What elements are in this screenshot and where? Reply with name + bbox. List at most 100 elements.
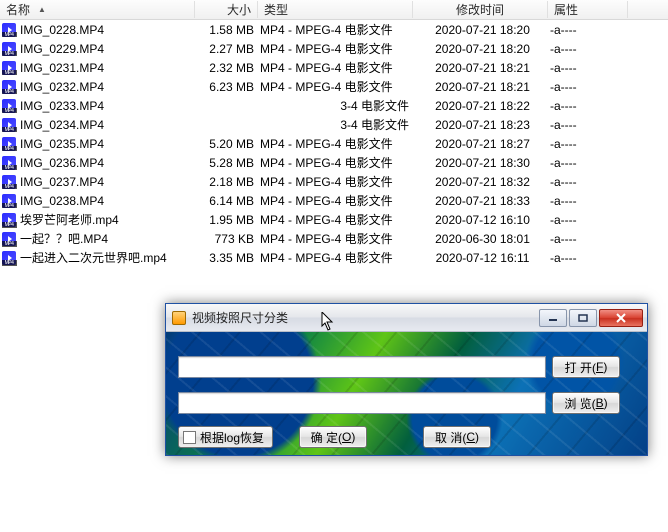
file-mtime: 2020-07-21 18:27 bbox=[415, 137, 550, 151]
file-mtime: 2020-07-21 18:33 bbox=[415, 194, 550, 208]
path-input-1[interactable] bbox=[178, 356, 546, 378]
file-type: MP4 - MPEG-4 电影文件 bbox=[260, 135, 415, 152]
header-size[interactable]: 大小 bbox=[195, 1, 258, 18]
file-attr: -a---- bbox=[550, 137, 630, 151]
video-file-icon bbox=[2, 99, 16, 113]
restore-log-label: 根据log恢复 bbox=[200, 429, 264, 446]
file-attr: -a---- bbox=[550, 99, 630, 113]
file-attr: -a---- bbox=[550, 118, 630, 132]
table-row[interactable]: IMG_0234.MP4 3-4 电影文件2020-07-21 18:23-a--… bbox=[0, 115, 668, 134]
file-attr: -a---- bbox=[550, 61, 630, 75]
maximize-button[interactable] bbox=[569, 309, 597, 327]
browse-button[interactable]: 浏 览(B) bbox=[552, 392, 620, 414]
file-size: 2.27 MB bbox=[197, 42, 260, 56]
maximize-icon bbox=[578, 314, 588, 322]
table-row[interactable]: 一起进入二次元世界吧.mp4 3.35 MBMP4 - MPEG-4 电影文件20… bbox=[0, 248, 668, 267]
titlebar[interactable]: 视频按照尺寸分类 bbox=[166, 304, 647, 332]
minimize-icon bbox=[548, 314, 558, 322]
header-type[interactable]: 类型 bbox=[258, 1, 413, 18]
column-headers: 名称 ▲ 大小 类型 修改时间 属性 bbox=[0, 0, 668, 20]
file-name: IMG_0236.MP4 bbox=[20, 156, 104, 170]
file-size: 1.95 MB bbox=[197, 213, 260, 227]
path-input-2[interactable] bbox=[178, 392, 546, 414]
table-row[interactable]: IMG_0228.MP41.58 MBMP4 - MPEG-4 电影文件2020… bbox=[0, 20, 668, 39]
file-name: 一起？？吧.MP4 bbox=[20, 230, 108, 247]
table-row[interactable]: IMG_0229.MP4 2.27 MBMP4 - MPEG-4 电影文件2020… bbox=[0, 39, 668, 58]
checkbox-icon bbox=[183, 431, 196, 444]
file-mtime: 2020-07-21 18:21 bbox=[415, 61, 550, 75]
file-mtime: 2020-07-12 16:10 bbox=[415, 213, 550, 227]
file-name: IMG_0228.MP4 bbox=[20, 23, 104, 37]
file-size: 5.20 MB bbox=[197, 137, 260, 151]
file-mtime: 2020-07-12 16:11 bbox=[415, 251, 550, 265]
close-button[interactable] bbox=[599, 309, 643, 327]
ok-button[interactable]: 确 定(O) bbox=[299, 426, 367, 448]
video-file-icon bbox=[2, 61, 16, 75]
file-size: 2.32 MB bbox=[197, 61, 260, 75]
file-mtime: 2020-07-21 18:23 bbox=[415, 118, 550, 132]
file-type: MP4 - MPEG-4 电影文件 bbox=[260, 211, 415, 228]
file-mtime: 2020-07-21 18:20 bbox=[415, 42, 550, 56]
file-name: IMG_0229.MP4 bbox=[20, 42, 104, 56]
restore-log-checkbox[interactable]: 根据log恢复 bbox=[178, 426, 273, 448]
file-attr: -a---- bbox=[550, 23, 630, 37]
video-file-icon bbox=[2, 80, 16, 94]
file-list: 名称 ▲ 大小 类型 修改时间 属性 IMG_0228.MP41.58 MBMP… bbox=[0, 0, 668, 267]
file-size: 6.14 MB bbox=[197, 194, 260, 208]
table-row[interactable]: IMG_0236.MP4 5.28 MBMP4 - MPEG-4 电影文件2020… bbox=[0, 153, 668, 172]
table-row[interactable]: 一起？？吧.MP4773 KBMP4 - MPEG-4 电影文件2020-06-… bbox=[0, 229, 668, 248]
file-size: 1.58 MB bbox=[197, 23, 260, 37]
file-name: IMG_0232.MP4 bbox=[20, 80, 104, 94]
file-size: 2.18 MB bbox=[197, 175, 260, 189]
cancel-button[interactable]: 取 消(C) bbox=[423, 426, 491, 448]
file-type: MP4 - MPEG-4 电影文件 bbox=[260, 173, 415, 190]
file-attr: -a---- bbox=[550, 232, 630, 246]
close-icon bbox=[615, 313, 627, 323]
open-button[interactable]: 打 开(F) bbox=[552, 356, 620, 378]
table-row[interactable]: IMG_0237.MP4 2.18 MBMP4 - MPEG-4 电影文件2020… bbox=[0, 172, 668, 191]
file-attr: -a---- bbox=[550, 175, 630, 189]
file-attr: -a---- bbox=[550, 213, 630, 227]
table-row[interactable]: IMG_0231.MP42.32 MBMP4 - MPEG-4 电影文件2020… bbox=[0, 58, 668, 77]
file-size: 3.35 MB bbox=[197, 251, 260, 265]
file-mtime: 2020-07-21 18:20 bbox=[415, 23, 550, 37]
file-mtime: 2020-06-30 18:01 bbox=[415, 232, 550, 246]
video-file-icon bbox=[2, 232, 16, 246]
file-mtime: 2020-07-21 18:32 bbox=[415, 175, 550, 189]
file-size: 6.23 MB bbox=[197, 80, 260, 94]
file-type: 3-4 电影文件 bbox=[260, 116, 415, 133]
file-type: MP4 - MPEG-4 电影文件 bbox=[260, 192, 415, 209]
file-name: 一起进入二次元世界吧.mp4 bbox=[20, 249, 167, 266]
file-name: IMG_0233.MP4 bbox=[20, 99, 104, 113]
file-name: IMG_0237.MP4 bbox=[20, 175, 104, 189]
file-type: MP4 - MPEG-4 电影文件 bbox=[260, 40, 415, 57]
file-mtime: 2020-07-21 18:30 bbox=[415, 156, 550, 170]
app-icon bbox=[172, 311, 186, 325]
file-type: MP4 - MPEG-4 电影文件 bbox=[260, 78, 415, 95]
minimize-button[interactable] bbox=[539, 309, 567, 327]
file-name: IMG_0235.MP4 bbox=[20, 137, 104, 151]
table-row[interactable]: 埃罗芒阿老师.mp4 1.95 MBMP4 - MPEG-4 电影文件2020-0… bbox=[0, 210, 668, 229]
file-name: IMG_0238.MP4 bbox=[20, 194, 104, 208]
dialog-title: 视频按照尺寸分类 bbox=[192, 309, 539, 326]
video-file-icon bbox=[2, 194, 16, 208]
file-type: MP4 - MPEG-4 电影文件 bbox=[260, 154, 415, 171]
file-type: MP4 - MPEG-4 电影文件 bbox=[260, 249, 415, 266]
file-name: IMG_0234.MP4 bbox=[20, 118, 104, 132]
table-row[interactable]: IMG_0238.MP4 6.14 MBMP4 - MPEG-4 电影文件2020… bbox=[0, 191, 668, 210]
table-row[interactable]: IMG_0232.MP46.23 MBMP4 - MPEG-4 电影文件2020… bbox=[0, 77, 668, 96]
table-row[interactable]: IMG_0235.MP4 5.20 MBMP4 - MPEG-4 电影文件2020… bbox=[0, 134, 668, 153]
file-mtime: 2020-07-21 18:22 bbox=[415, 99, 550, 113]
file-attr: -a---- bbox=[550, 156, 630, 170]
file-name: 埃罗芒阿老师.mp4 bbox=[20, 211, 119, 228]
file-size: 773 KB bbox=[197, 232, 260, 246]
table-row[interactable]: IMG_0233.MP4 3-4 电影文件2020-07-21 18:22-a--… bbox=[0, 96, 668, 115]
file-size: 5.28 MB bbox=[197, 156, 260, 170]
video-file-icon bbox=[2, 175, 16, 189]
file-name: IMG_0231.MP4 bbox=[20, 61, 104, 75]
file-type: 3-4 电影文件 bbox=[260, 97, 415, 114]
header-attr[interactable]: 属性 bbox=[548, 1, 628, 18]
header-mtime[interactable]: 修改时间 bbox=[413, 1, 548, 18]
video-file-icon bbox=[2, 156, 16, 170]
header-name[interactable]: 名称 ▲ bbox=[0, 1, 195, 18]
